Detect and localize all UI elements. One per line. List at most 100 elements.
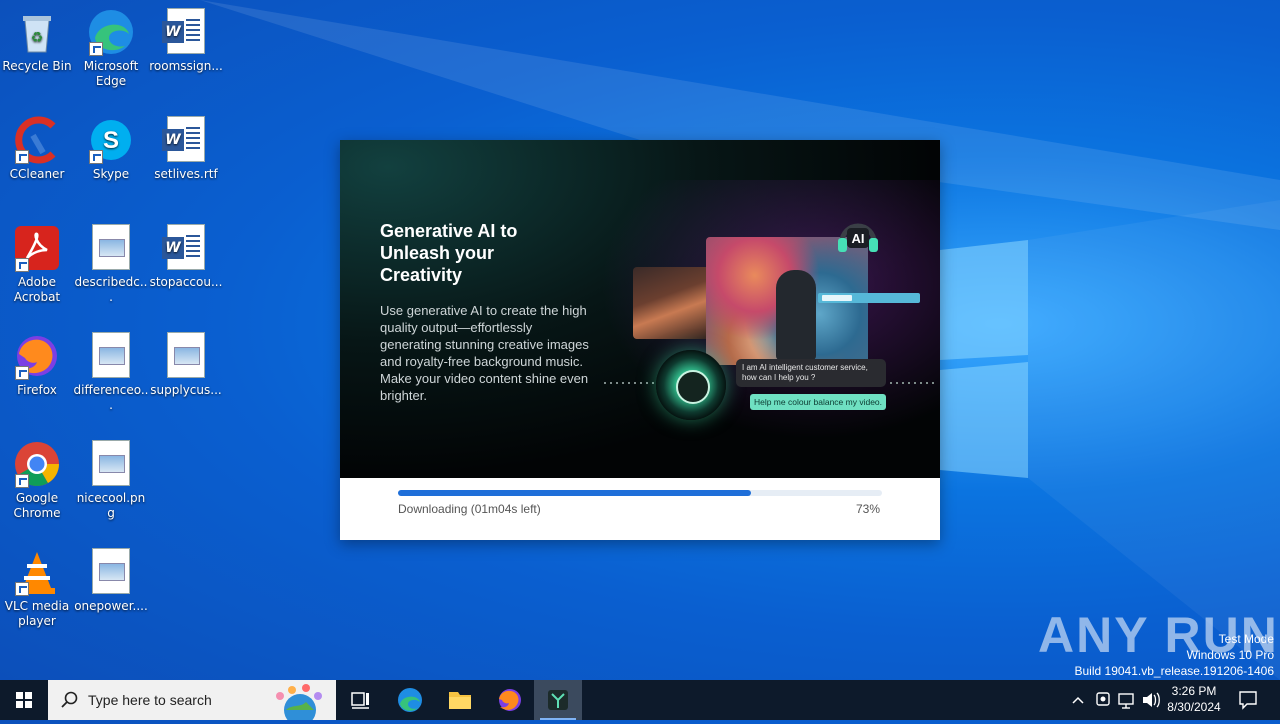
windows-watermark: Test Mode Windows 10 Pro Build 19041.vb_… — [1075, 631, 1275, 679]
icon-label: Skype — [92, 167, 130, 181]
artist-figure — [776, 270, 816, 360]
word-document-icon: W — [162, 116, 210, 164]
progress-fill — [398, 490, 752, 496]
image-file-icon — [87, 224, 135, 272]
taskbar-file-explorer-button[interactable] — [436, 680, 484, 720]
adobe-acrobat-icon — [13, 224, 61, 272]
taskbar-search-box[interactable]: Type here to search — [48, 680, 336, 720]
desktop-icon-firefox[interactable]: Firefox — [0, 326, 75, 398]
desktop-icon-recycle-bin[interactable]: ♻ Recycle Bin — [0, 2, 75, 74]
icon-label: roomssign... — [149, 59, 223, 73]
icon-label: Adobe Acrobat — [13, 275, 61, 304]
icon-label: describedc... — [74, 275, 148, 304]
dotted-line — [604, 382, 660, 384]
desktop-icon-adobe-acrobat[interactable]: Adobe Acrobat — [0, 218, 75, 305]
icon-label: Microsoft Edge — [83, 59, 139, 88]
task-view-icon — [351, 692, 369, 709]
edge-icon — [398, 688, 422, 712]
desktop-icon-onepower[interactable]: onepower.... — [73, 542, 149, 614]
banner-body: Use generative AI to create the high qua… — [380, 303, 589, 403]
clock-date: 8/30/2024 — [1167, 700, 1221, 714]
icon-label: stopaccou... — [149, 275, 223, 289]
word-document-icon: W — [162, 8, 210, 56]
desktop-icon-roomssign[interactable]: W roomssign... — [148, 2, 224, 74]
build-text: Build 19041.vb_release.191206-1406 — [1074, 664, 1275, 678]
taskbar-installer-button[interactable] — [534, 680, 582, 720]
installer-window[interactable]: Generative AI to Unleash your Creativity… — [340, 140, 940, 540]
speaker-icon — [1143, 692, 1160, 708]
download-percent: 73% — [855, 502, 880, 516]
notification-icon — [1239, 691, 1257, 710]
folder-icon — [449, 692, 471, 709]
desktop-icon-setlives[interactable]: W setlives.rtf — [148, 110, 224, 182]
edge-icon — [87, 8, 135, 56]
system-clock[interactable]: 3:26 PM 8/30/2024 — [1160, 683, 1228, 715]
ccleaner-icon — [13, 116, 61, 164]
desktop-icon-supplycus[interactable]: supplycus... — [148, 326, 224, 398]
desktop-icon-microsoft-edge[interactable]: Microsoft Edge — [73, 2, 149, 89]
icon-label: nicecool.png — [76, 491, 146, 520]
chevron-up-icon — [1072, 696, 1084, 704]
ui-pill — [818, 293, 920, 303]
icon-label: Google Chrome — [13, 491, 61, 520]
word-document-icon: W — [162, 224, 210, 272]
start-button[interactable] — [0, 680, 48, 720]
svg-text:AI: AI — [852, 231, 865, 246]
volume-button[interactable] — [1140, 680, 1162, 720]
dotted-line — [890, 382, 938, 384]
ai-headphones-icon: AI — [836, 216, 880, 258]
network-button[interactable] — [1116, 680, 1138, 720]
chrome-icon — [13, 440, 61, 488]
clock-time: 3:26 PM — [1171, 684, 1217, 698]
portrait-image — [633, 267, 711, 339]
svg-text:S: S — [103, 127, 119, 154]
desktop-icon-stopaccou[interactable]: W stopaccou... — [148, 218, 224, 290]
windows-logo-icon — [16, 692, 32, 708]
icon-label: setlives.rtf — [154, 167, 218, 181]
svg-text:♻: ♻ — [31, 30, 44, 46]
task-view-button[interactable] — [336, 680, 384, 720]
download-progress-bar — [398, 490, 882, 496]
device-icon — [1096, 692, 1110, 706]
user-chat-bubble: Help me colour balance my video. — [750, 394, 886, 410]
desktop-icon-google-chrome[interactable]: Google Chrome — [0, 434, 75, 521]
icon-label: CCleaner — [9, 167, 65, 181]
icon-label: Firefox — [17, 383, 57, 397]
search-placeholder: Type here to search — [88, 692, 212, 708]
taskbar-edge-button[interactable] — [386, 680, 434, 720]
notifications-button[interactable] — [1234, 680, 1262, 720]
desktop-icon-nicecool[interactable]: nicecool.png — [73, 434, 149, 521]
desktop-icon-differenceo[interactable]: differenceo... — [73, 326, 149, 413]
image-file-icon — [87, 332, 135, 380]
image-file-icon — [162, 332, 210, 380]
desktop-icon-skype[interactable]: S Skype — [73, 110, 149, 182]
icon-label: onepower.... — [74, 599, 148, 613]
test-mode-text: Test Mode — [1218, 632, 1274, 646]
firefox-icon — [499, 689, 521, 711]
icon-label: supplycus... — [150, 383, 222, 397]
taskbar: Type here to search 3:26 PM 8/30/2024 — [0, 680, 1280, 720]
tray-device-button[interactable] — [1092, 680, 1114, 720]
banner-title: Generative AI to Unleash your Creativity — [380, 221, 518, 285]
ai-assistant-orb-icon — [656, 350, 726, 420]
firefox-icon — [13, 332, 61, 380]
search-highlight-illustration-icon — [276, 684, 322, 720]
network-icon — [1118, 693, 1134, 709]
desktop-icon-ccleaner[interactable]: CCleaner — [0, 110, 75, 182]
skype-icon: S — [87, 116, 135, 164]
desktop-icon-describedc[interactable]: describedc... — [73, 218, 149, 305]
show-hidden-icons-button[interactable] — [1066, 680, 1090, 720]
installer-app-icon — [548, 690, 568, 710]
desktop-icon-vlc[interactable]: VLC media player — [0, 542, 75, 629]
recycle-bin-icon: ♻ — [13, 8, 61, 56]
image-file-icon — [87, 548, 135, 596]
promo-banner: Generative AI to Unleash your Creativity… — [340, 140, 940, 478]
taskbar-firefox-button[interactable] — [486, 680, 534, 720]
image-file-icon — [87, 440, 135, 488]
icon-label: VLC media player — [4, 599, 70, 628]
icon-label: Recycle Bin — [2, 59, 72, 73]
ai-chat-bubble: I am AI intelligent customer service, ho… — [736, 359, 886, 387]
search-icon — [61, 691, 78, 708]
edition-text: Windows 10 Pro — [1186, 648, 1274, 662]
vlc-icon — [13, 548, 61, 596]
